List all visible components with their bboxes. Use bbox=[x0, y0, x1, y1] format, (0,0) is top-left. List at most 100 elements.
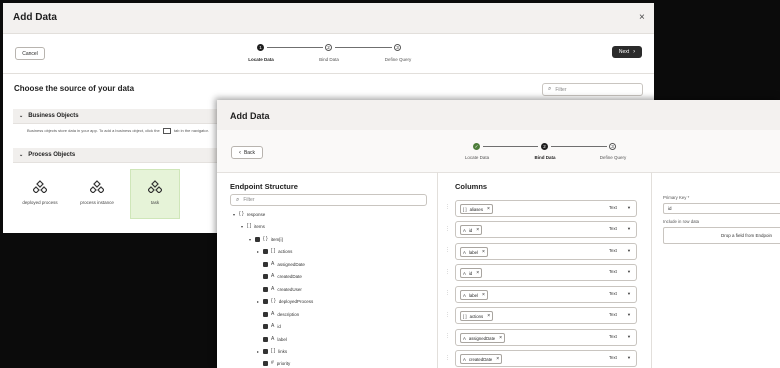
back-button[interactable]: ‹ Back bbox=[231, 146, 263, 159]
caret-down-icon[interactable]: ▼ bbox=[627, 248, 631, 253]
drop-field-zone[interactable]: Drop a field from Endpoin bbox=[663, 227, 780, 244]
caret-down-icon[interactable]: ▼ bbox=[627, 355, 631, 360]
remove-icon[interactable]: × bbox=[476, 270, 479, 276]
remove-icon[interactable]: × bbox=[482, 292, 485, 298]
checkbox-checked[interactable] bbox=[263, 348, 268, 354]
remove-icon[interactable]: × bbox=[482, 249, 485, 255]
caret-down-icon[interactable]: ▼ bbox=[627, 291, 631, 296]
close-icon[interactable]: × bbox=[639, 12, 645, 23]
step-1-indicator[interactable]: 1 bbox=[257, 44, 264, 51]
tree-node[interactable]: ▸ { } deployedProcess bbox=[257, 298, 313, 304]
drag-handle-icon[interactable]: ⋮ bbox=[445, 269, 450, 275]
checkbox-checked[interactable] bbox=[263, 336, 268, 342]
remove-icon[interactable]: × bbox=[487, 206, 490, 212]
drag-handle-icon[interactable]: ⋮ bbox=[445, 355, 450, 361]
string-icon: A bbox=[463, 270, 466, 276]
column-type-select[interactable]: Text bbox=[609, 334, 617, 339]
next-button[interactable]: Next › bbox=[612, 46, 642, 58]
business-objects-description: Business objects store data in your app.… bbox=[27, 128, 209, 134]
checkbox-checked[interactable] bbox=[263, 298, 268, 304]
column-type-select[interactable]: Text bbox=[609, 248, 617, 253]
drag-handle-icon[interactable]: ⋮ bbox=[445, 290, 450, 296]
checkbox-checked[interactable] bbox=[263, 261, 268, 267]
dialog-header bbox=[3, 3, 654, 34]
step-3-indicator[interactable]: 3 bbox=[609, 143, 616, 150]
drag-handle-icon[interactable]: ⋮ bbox=[445, 204, 450, 210]
step-1-indicator[interactable]: ✓ bbox=[473, 143, 480, 150]
tree-node[interactable]: # priority bbox=[263, 360, 290, 366]
tree-node-label: description bbox=[277, 311, 300, 317]
filter-placeholder: Filter bbox=[555, 86, 567, 93]
chevron-right-icon: › bbox=[633, 49, 636, 55]
checkbox-checked[interactable] bbox=[263, 360, 268, 366]
dialog-toolbar bbox=[217, 130, 780, 173]
tree-node[interactable]: ▸ [ ] links bbox=[257, 348, 287, 354]
search-icon: ⌕ bbox=[548, 86, 552, 92]
source-heading: Choose the source of your data bbox=[14, 84, 135, 93]
source-filter-input[interactable]: ⌕ Filter bbox=[542, 83, 643, 96]
drag-handle-icon[interactable]: ⋮ bbox=[445, 312, 450, 318]
process-instance-tile[interactable]: process instance bbox=[73, 170, 121, 218]
drag-handle-icon[interactable]: ⋮ bbox=[445, 333, 450, 339]
process-objects-title: Process Objects bbox=[28, 152, 76, 158]
tree-node[interactable]: A label bbox=[263, 336, 287, 342]
remove-icon[interactable]: × bbox=[476, 227, 479, 233]
checkbox-checked[interactable] bbox=[263, 248, 268, 254]
step-3-indicator[interactable]: 3 bbox=[394, 44, 401, 51]
task-tile[interactable]: task bbox=[130, 169, 180, 219]
column-type-select[interactable]: Text bbox=[609, 226, 617, 231]
column-chip: A id × bbox=[460, 268, 483, 278]
checkbox-checked[interactable] bbox=[263, 273, 268, 279]
drop-field-text: Drop a field from Endpoin bbox=[721, 233, 773, 238]
tree-node[interactable]: ▸ [ ] actions bbox=[257, 248, 292, 254]
tree-node[interactable]: ▾ { } response bbox=[233, 211, 265, 217]
drag-handle-icon[interactable]: ⋮ bbox=[445, 226, 450, 232]
remove-icon[interactable]: × bbox=[499, 335, 502, 341]
deployed-process-tile[interactable]: deployed process bbox=[16, 170, 64, 218]
tree-node[interactable]: ▾ { } item[i] bbox=[249, 236, 283, 242]
tree-node[interactable]: A id bbox=[263, 323, 281, 329]
tree-node[interactable]: A createdDate bbox=[263, 273, 302, 279]
step-2-indicator[interactable]: 2 bbox=[325, 44, 332, 51]
checkbox-checked[interactable] bbox=[263, 323, 268, 329]
column-type-select[interactable]: Text bbox=[609, 291, 617, 296]
endpoint-filter-input[interactable]: ⌕ Filter bbox=[230, 194, 427, 206]
column-chip: A label × bbox=[460, 290, 488, 300]
caret-down-icon[interactable]: ▼ bbox=[627, 226, 631, 231]
step-connector bbox=[335, 47, 392, 48]
column-name: assignedDate bbox=[468, 335, 496, 341]
tree-node[interactable]: A description bbox=[263, 311, 299, 317]
tree-node[interactable]: A createdUser bbox=[263, 286, 302, 292]
checkbox-checked[interactable] bbox=[263, 286, 268, 292]
column-name: id bbox=[468, 270, 473, 276]
step-2-indicator[interactable]: 2 bbox=[541, 143, 548, 150]
tree-node-label: actions bbox=[278, 248, 293, 254]
drag-handle-icon[interactable]: ⋮ bbox=[445, 247, 450, 253]
string-icon: A bbox=[271, 311, 275, 317]
checkbox-checked[interactable] bbox=[263, 311, 268, 317]
checkbox-checked[interactable] bbox=[255, 236, 260, 242]
chevron-left-icon: ‹ bbox=[238, 149, 241, 156]
primary-key-select[interactable]: id bbox=[663, 203, 780, 214]
cancel-button[interactable]: Cancel bbox=[15, 47, 45, 60]
column-chip: A label × bbox=[460, 247, 488, 257]
caret-down-icon[interactable]: ▼ bbox=[627, 312, 631, 317]
column-type-select[interactable]: Text bbox=[609, 269, 617, 274]
column-name: actions bbox=[469, 313, 484, 319]
caret-down-icon[interactable]: ▼ bbox=[627, 269, 631, 274]
column-chip: [ ] actions × bbox=[460, 311, 494, 321]
string-icon: A bbox=[271, 273, 275, 279]
remove-icon[interactable]: × bbox=[496, 356, 499, 362]
step-connector bbox=[267, 47, 323, 48]
tree-node[interactable]: A assignedDate bbox=[263, 261, 305, 267]
caret-down-icon[interactable]: ▼ bbox=[627, 334, 631, 339]
column-type-select[interactable]: Text bbox=[609, 205, 617, 210]
tile-label: process instance bbox=[80, 200, 114, 205]
column-type-select[interactable]: Text bbox=[609, 312, 617, 317]
column-chip: [ ] aliases × bbox=[460, 204, 493, 214]
tree-node[interactable]: ▾ [ ] items bbox=[241, 223, 265, 229]
string-icon: A bbox=[463, 335, 466, 341]
caret-down-icon[interactable]: ▼ bbox=[627, 205, 631, 210]
column-type-select[interactable]: Text bbox=[609, 355, 617, 360]
remove-icon[interactable]: × bbox=[487, 313, 490, 319]
